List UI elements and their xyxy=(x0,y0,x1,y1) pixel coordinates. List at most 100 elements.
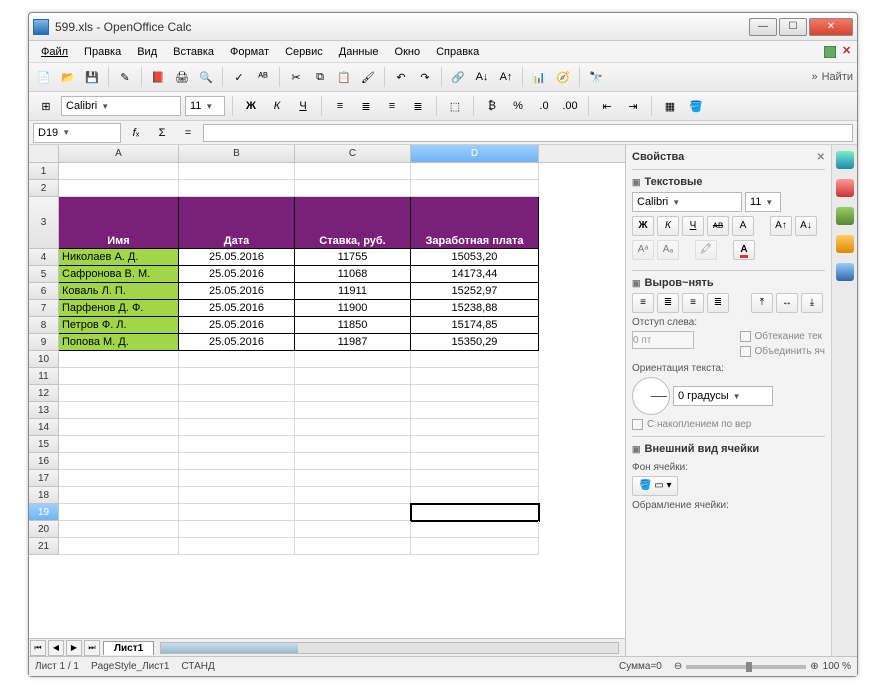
cell-D13[interactable] xyxy=(411,402,539,419)
decimal-inc-button[interactable]: .0 xyxy=(533,95,555,117)
menu-edit[interactable]: Правка xyxy=(76,44,129,60)
sidebar-size-combo[interactable]: 11▼ xyxy=(745,192,781,212)
menu-format[interactable]: Формат xyxy=(222,44,277,60)
row-head-5[interactable]: 5 xyxy=(29,266,59,283)
cell-C8[interactable]: 11850 xyxy=(295,317,411,334)
row-head-7[interactable]: 7 xyxy=(29,300,59,317)
open-button[interactable]: 📂 xyxy=(57,66,79,88)
indent-input[interactable] xyxy=(632,331,694,349)
cell-A1[interactable] xyxy=(59,163,179,180)
cell-A20[interactable] xyxy=(59,521,179,538)
cell-B12[interactable] xyxy=(179,385,295,402)
header-cell-3[interactable]: Заработная плата xyxy=(411,197,539,249)
zoom-value[interactable]: 100 % xyxy=(823,661,851,672)
currency-button[interactable]: ₿ xyxy=(481,95,503,117)
wrap-checkbox[interactable] xyxy=(740,331,751,342)
undo-button[interactable]: ↶ xyxy=(390,66,412,88)
row-head-3[interactable]: 3 xyxy=(29,197,59,249)
cell-D4[interactable]: 15053,20 xyxy=(411,249,539,266)
minimize-button[interactable]: — xyxy=(749,18,777,36)
brush-button[interactable]: 🖌 xyxy=(357,66,379,88)
sidebar-bold-button[interactable]: Ж xyxy=(632,216,654,236)
cell-A12[interactable] xyxy=(59,385,179,402)
cell-D11[interactable] xyxy=(411,368,539,385)
cell-A9[interactable]: Попова М. Д. xyxy=(59,334,179,351)
cell-C13[interactable] xyxy=(295,402,411,419)
pdf-button[interactable]: 📕 xyxy=(147,66,169,88)
merge-checkbox[interactable] xyxy=(740,346,751,357)
cell-B16[interactable] xyxy=(179,453,295,470)
cell-C5[interactable]: 11068 xyxy=(295,266,411,283)
cell-B7[interactable]: 25.05.2016 xyxy=(179,300,295,317)
align-right-button[interactable]: ≡ xyxy=(381,95,403,117)
underline-button[interactable]: Ч xyxy=(292,95,314,117)
cell-D15[interactable] xyxy=(411,436,539,453)
cell-C20[interactable] xyxy=(295,521,411,538)
sidebar-font-combo[interactable]: Calibri▼ xyxy=(632,192,742,212)
cell-reference-box[interactable]: D19▼ xyxy=(33,123,121,143)
sidebar-highlight-button[interactable]: 🖍 xyxy=(695,240,717,260)
cell-D1[interactable] xyxy=(411,163,539,180)
section-align[interactable]: Выров~нять xyxy=(632,277,825,293)
row-head-14[interactable]: 14 xyxy=(29,419,59,436)
menu-data[interactable]: Данные xyxy=(331,44,387,60)
cell-B21[interactable] xyxy=(179,538,295,555)
cell-B13[interactable] xyxy=(179,402,295,419)
row-head-16[interactable]: 16 xyxy=(29,453,59,470)
tab-prev-button[interactable]: ◀ xyxy=(48,640,64,656)
cell-A16[interactable] xyxy=(59,453,179,470)
col-head-A[interactable]: A xyxy=(59,145,179,162)
row-head-10[interactable]: 10 xyxy=(29,351,59,368)
save-button[interactable]: 💾 xyxy=(81,66,103,88)
cell-D18[interactable] xyxy=(411,487,539,504)
cell-A15[interactable] xyxy=(59,436,179,453)
spreadsheet-grid[interactable]: ABCD 123ИмяДатаСтавка, руб.Заработная пл… xyxy=(29,145,625,656)
zoom-out-button[interactable]: ⊖ xyxy=(674,661,682,672)
italic-button[interactable]: К xyxy=(266,95,288,117)
function-wizard-button[interactable]: fₓ xyxy=(125,122,147,144)
col-head-D[interactable]: D xyxy=(411,145,539,162)
cell-C4[interactable]: 11755 xyxy=(295,249,411,266)
indent-inc-button[interactable]: ⇥ xyxy=(622,95,644,117)
cell-D6[interactable]: 15252,97 xyxy=(411,283,539,300)
menu-window[interactable]: Окно xyxy=(387,44,429,60)
border-button[interactable]: ▦ xyxy=(659,95,681,117)
cell-B2[interactable] xyxy=(179,180,295,197)
cell-C9[interactable]: 11987 xyxy=(295,334,411,351)
align-justify-button[interactable]: ≣ xyxy=(407,95,429,117)
gallery-panel-icon[interactable] xyxy=(836,207,854,225)
align-left-button[interactable]: ≡ xyxy=(329,95,351,117)
sidebar-fontcolor-button[interactable]: A xyxy=(733,240,755,260)
sidebar-sub-button[interactable]: Aₐ xyxy=(657,240,679,260)
cut-button[interactable]: ✂ xyxy=(285,66,307,88)
functions-panel-icon[interactable] xyxy=(836,263,854,281)
sidebar-strike-button[interactable]: ᴀʙ xyxy=(707,216,729,236)
row-head-1[interactable]: 1 xyxy=(29,163,59,180)
cell-D5[interactable]: 14173,44 xyxy=(411,266,539,283)
cell-B5[interactable]: 25.05.2016 xyxy=(179,266,295,283)
cell-C17[interactable] xyxy=(295,470,411,487)
col-head-C[interactable]: C xyxy=(295,145,411,162)
sidebar-super-button[interactable]: Aᵃ xyxy=(632,240,654,260)
orientation-combo[interactable]: 0 градусы▼ xyxy=(673,386,773,406)
cell-C11[interactable] xyxy=(295,368,411,385)
sidebar-underline-button[interactable]: Ч xyxy=(682,216,704,236)
cell-B10[interactable] xyxy=(179,351,295,368)
decimal-dec-button[interactable]: .00 xyxy=(559,95,581,117)
cell-C12[interactable] xyxy=(295,385,411,402)
menu-help[interactable]: Справка xyxy=(428,44,487,60)
cell-B11[interactable] xyxy=(179,368,295,385)
menu-insert[interactable]: Вставка xyxy=(165,44,222,60)
cell-A4[interactable]: Николаев А. Д. xyxy=(59,249,179,266)
preview-button[interactable]: 🔍 xyxy=(195,66,217,88)
row-head-20[interactable]: 20 xyxy=(29,521,59,538)
cell-D7[interactable]: 15238,88 xyxy=(411,300,539,317)
cell-C19[interactable] xyxy=(295,504,411,521)
font-name-combo[interactable]: Calibri▼ xyxy=(61,96,181,116)
status-sum[interactable]: Сумма=0 xyxy=(619,661,662,672)
tab-first-button[interactable]: ⏮ xyxy=(30,640,46,656)
sidebar-italic-button[interactable]: К xyxy=(657,216,679,236)
header-cell-2[interactable]: Ставка, руб. xyxy=(295,197,411,249)
new-button[interactable]: 📄 xyxy=(33,66,55,88)
row-head-6[interactable]: 6 xyxy=(29,283,59,300)
